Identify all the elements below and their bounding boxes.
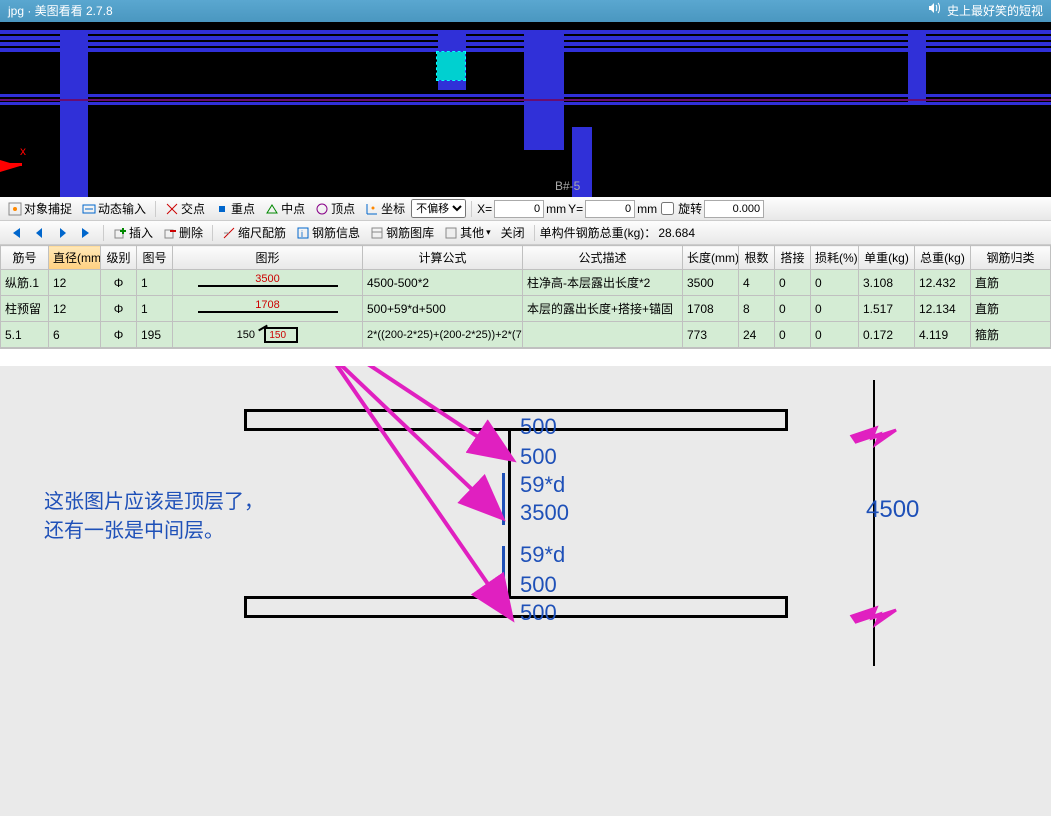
col-grade[interactable]: 级别 [101,246,137,270]
top-beam [244,409,788,431]
nav-prev-btn[interactable] [28,223,50,243]
mm-label: mm [637,202,657,216]
x-input[interactable] [494,200,544,218]
dim-label: 3500 [520,500,569,526]
apex-snap-btn[interactable]: 顶点 [311,199,359,219]
note-line-2: 还有一张是中间层。 [44,514,224,543]
rebar-table[interactable]: 筋号 直径(mm) 级别 图号 图形 计算公式 公式描述 长度(mm) 根数 搭… [0,245,1051,348]
y-label: Y= [568,202,583,216]
table-row[interactable]: 5.1 6 Φ 195 150 150 2*((200-2*25)+(200-2… [1,322,1051,348]
offset-select[interactable]: 不偏移 [411,199,466,218]
x-axis-arrow [0,160,20,172]
rotate-input[interactable] [704,200,764,218]
big-dim: 4500 [866,496,919,524]
app-title: jpg · 美图看看 2.7.8 [8,0,113,22]
insert-btn[interactable]: 插入 [109,223,157,243]
col-dia[interactable]: 直径(mm) [49,246,101,270]
intersect-snap-btn[interactable]: 交点 [161,199,209,219]
rotate-label: 旋转 [678,200,702,217]
x-label: X= [477,202,492,216]
col-tw[interactable]: 总重(kg) [915,246,971,270]
cad-viewport[interactable]: x B#-5 [0,22,1051,197]
x-axis-label: x [20,144,26,158]
y-input[interactable] [585,200,635,218]
total-weight-label: 单构件钢筋总重(kg)： [540,224,657,241]
svg-text:i: i [301,229,303,239]
edit-toolbar: 插入 删除 缩尺配筋 i 钢筋信息 钢筋图库 其他 ▾ 关闭 单构件钢筋总重(k… [0,221,1051,245]
note-line-1: 这张图片应该是顶层了， [44,485,264,514]
rebar-segment [502,546,505,596]
rebar-graphic[interactable]: 150 150 [173,322,363,348]
col-lap[interactable]: 搭接 [775,246,811,270]
beam-label: B#-5 [555,179,580,193]
dim-label: 500 [520,572,557,598]
col-cat[interactable]: 钢筋归类 [971,246,1051,270]
col-id[interactable]: 筋号 [1,246,49,270]
vertex-snap-btn[interactable]: 重点 [211,199,259,219]
dim-label: 500 [520,414,557,440]
coord-btn[interactable]: 坐标 [361,199,409,219]
nav-first-btn[interactable] [4,223,26,243]
rebar-lib-btn[interactable]: 钢筋图库 [366,223,438,243]
nav-last-btn[interactable] [76,223,98,243]
table-header-row: 筋号 直径(mm) 级别 图号 图形 计算公式 公式描述 长度(mm) 根数 搭… [1,246,1051,270]
table-row[interactable]: 柱预留 12 Φ 1 1708 500+59*d+500 本层的露出长度+搭接+… [1,296,1051,322]
rebar-segment [502,473,505,525]
nav-next-btn[interactable] [52,223,74,243]
col-desc[interactable]: 公式描述 [523,246,683,270]
col-graphic[interactable]: 图形 [173,246,363,270]
table-row[interactable]: 纵筋.1 12 Φ 1 3500 4500-500*2 柱净高-本层露出长度*2… [1,270,1051,296]
close-btn[interactable]: 关闭 [497,223,529,243]
col-fig[interactable]: 图号 [137,246,173,270]
snap-toolbar: 对象捕捉 动态输入 交点 重点 中点 顶点 坐标 不偏移 X= mm Y= mm… [0,197,1051,221]
midpoint-snap-btn[interactable]: 中点 [261,199,309,219]
rebar-graphic[interactable]: 3500 [173,270,363,296]
col-loss[interactable]: 损耗(%) [811,246,859,270]
dyn-input-btn[interactable]: 动态输入 [78,199,150,219]
object-snap-btn[interactable]: 对象捕捉 [4,199,76,219]
dim-label: 500 [520,444,557,470]
window-title-bar: jpg · 美图看看 2.7.8 史上最好笑的短视 [0,0,1051,22]
scale-rebar-btn[interactable]: 缩尺配筋 [218,223,290,243]
mm-label: mm [546,202,566,216]
dim-label: 500 [520,600,557,626]
speaker-icon [927,0,941,22]
rotate-checkbox[interactable] [661,202,674,215]
annotation-diagram: 500 500 59*d 3500 59*d 500 500 4500 这张图片… [0,366,1051,816]
delete-btn[interactable]: 删除 [159,223,207,243]
bottom-beam [244,596,788,618]
other-btn[interactable]: 其他 ▾ [440,223,495,243]
col-uw[interactable]: 单重(kg) [859,246,915,270]
dim-label: 59*d [520,542,565,568]
column-line [508,431,511,596]
col-formula[interactable]: 计算公式 [363,246,523,270]
rebar-info-btn[interactable]: i 钢筋信息 [292,223,364,243]
rebar-graphic[interactable]: 1708 [173,296,363,322]
total-weight-value: 28.684 [658,226,695,240]
dim-label: 59*d [520,472,565,498]
col-len[interactable]: 长度(mm) [683,246,739,270]
ad-text: 史上最好笑的短视 [947,0,1043,22]
col-n[interactable]: 根数 [739,246,775,270]
